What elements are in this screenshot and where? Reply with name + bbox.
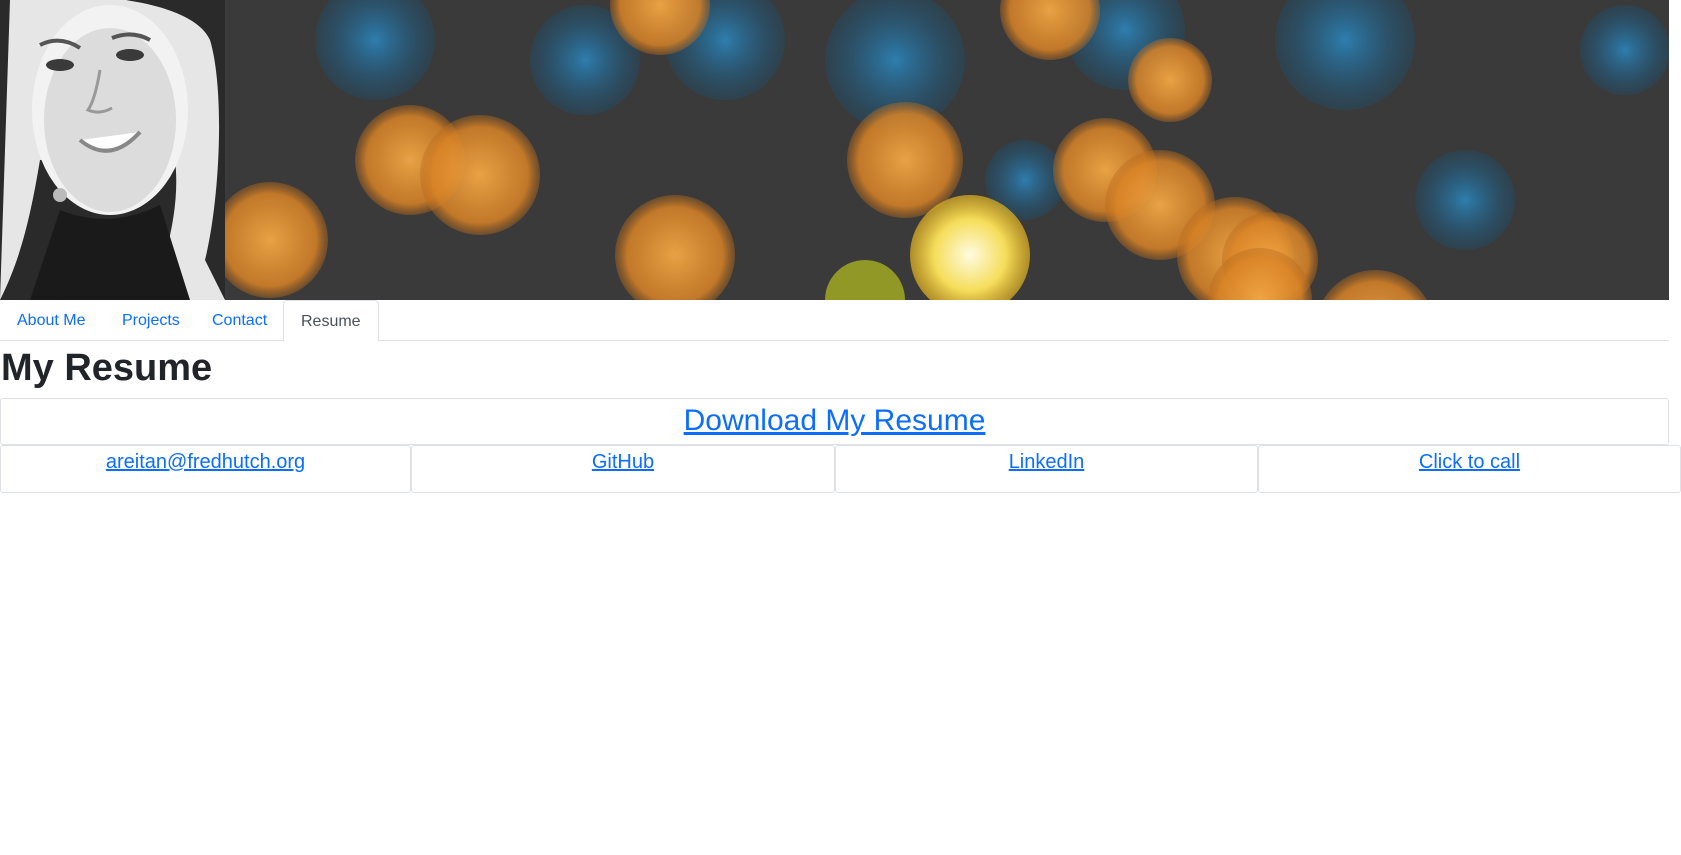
tab-resume[interactable]: Resume [283,300,379,342]
download-resume-box: Download My Resume [0,398,1669,445]
tab-contact[interactable]: Contact [195,300,284,341]
tab-about-me[interactable]: About Me [0,300,102,341]
github-link[interactable]: GitHub [592,451,654,473]
page-title: My Resume [1,347,213,389]
linkedin-link[interactable]: LinkedIn [1009,451,1085,473]
call-cell: Click to call [1258,445,1681,493]
profile-photo [0,0,225,300]
tab-projects[interactable]: Projects [105,300,197,341]
download-resume-link[interactable]: Download My Resume [684,404,986,437]
email-cell: areitan@fredhutch.org [0,445,411,493]
bokeh-banner-image [225,0,1669,300]
github-cell: GitHub [411,445,835,493]
linkedin-cell: LinkedIn [835,445,1258,493]
header-banner [0,0,1669,300]
email-link[interactable]: areitan@fredhutch.org [106,451,305,473]
nav-tabs: About Me Projects Contact Resume [0,300,1669,342]
click-to-call-link[interactable]: Click to call [1419,451,1520,473]
page: About Me Projects Contact Resume My Resu… [0,0,1681,855]
contact-links-row: areitan@fredhutch.org GitHub LinkedIn Cl… [0,445,1681,493]
